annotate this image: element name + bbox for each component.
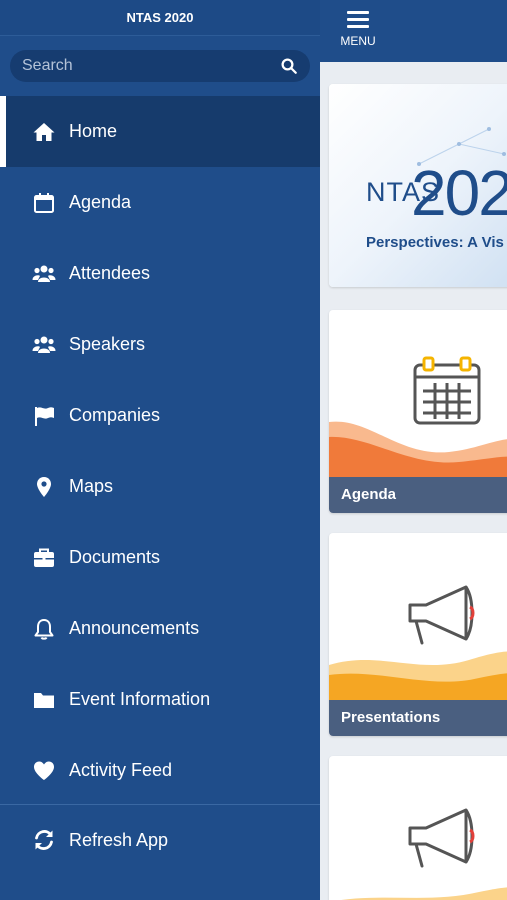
nav-label-companies: Companies — [69, 405, 161, 425]
map-pin-icon — [31, 474, 57, 500]
home-icon — [31, 119, 57, 145]
presentations-tile[interactable]: Presentations — [329, 533, 507, 736]
nav-label-maps: Maps — [69, 476, 114, 496]
content-tile[interactable] — [329, 756, 507, 900]
tile-wave — [341, 887, 507, 900]
side-menu: NTAS 2020 Home Agenda Attendees — [0, 0, 320, 900]
users-icon — [31, 332, 57, 358]
refresh-icon — [31, 827, 57, 853]
refresh-app-button[interactable]: Refresh App — [0, 805, 320, 875]
briefcase-icon — [31, 545, 57, 571]
nav-item-attendees[interactable]: Attendees — [0, 238, 320, 309]
nav-item-activity-feed[interactable]: Activity Feed — [0, 735, 320, 806]
top-bar: MENU — [320, 0, 507, 62]
app-title: NTAS 2020 — [0, 0, 320, 36]
nav-label-home: Home — [69, 121, 118, 141]
nav-label-attendees: Attendees — [69, 263, 151, 283]
nav-list: Home Agenda Attendees Speakers Companies — [0, 96, 320, 806]
tile-caption-agenda: Agenda — [329, 477, 507, 513]
calendar-icon — [413, 356, 481, 425]
banner-tagline: Perspectives: A Vis — [366, 234, 504, 251]
nav-item-speakers[interactable]: Speakers — [0, 309, 320, 380]
nav-item-agenda[interactable]: Agenda — [0, 167, 320, 238]
users-icon — [31, 261, 57, 287]
search-icon[interactable] — [280, 57, 298, 75]
nav-label-documents: Documents — [69, 547, 161, 567]
search-input[interactable] — [22, 57, 280, 75]
menu-button[interactable]: MENU — [336, 8, 380, 56]
nav-item-event-information[interactable]: Event Information — [0, 664, 320, 735]
refresh-app-label: Refresh App — [69, 829, 169, 850]
nav-label-activity-feed: Activity Feed — [69, 760, 173, 780]
heart-icon — [31, 758, 57, 784]
flag-icon — [31, 403, 57, 429]
nav-item-documents[interactable]: Documents — [0, 522, 320, 593]
nav-item-companies[interactable]: Companies — [0, 380, 320, 451]
nav-label-speakers: Speakers — [69, 334, 146, 354]
bell-icon — [31, 616, 57, 642]
nav-label-event-information: Event Information — [69, 689, 211, 709]
nav-item-home[interactable]: Home — [0, 96, 320, 167]
megaphone-icon — [408, 585, 475, 645]
nav-label-agenda: Agenda — [69, 192, 132, 212]
menu-label: MENU — [340, 34, 376, 48]
nav-item-announcements[interactable]: Announcements — [0, 593, 320, 664]
agenda-tile[interactable]: Agenda — [329, 310, 507, 513]
nav-item-maps[interactable]: Maps — [0, 451, 320, 522]
tile-caption-presentations: Presentations — [329, 700, 507, 736]
search-box[interactable] — [10, 50, 310, 82]
nav-label-announcements: Announcements — [69, 618, 200, 638]
event-banner[interactable]: 2020 NTAS Perspectives: A Vis — [329, 84, 507, 287]
hamburger-icon — [347, 11, 369, 31]
banner-brand: NTAS — [366, 177, 441, 207]
folder-icon — [31, 687, 57, 713]
calendar-icon — [31, 190, 57, 216]
megaphone-icon — [408, 808, 475, 868]
